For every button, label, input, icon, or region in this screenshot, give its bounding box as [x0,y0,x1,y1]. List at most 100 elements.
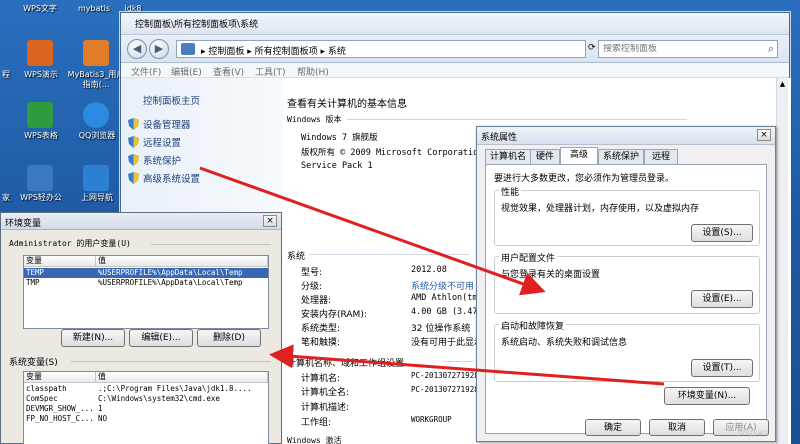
refresh-icon[interactable]: ⟳ [588,43,596,53]
navigation-icon[interactable] [83,165,109,191]
dialog-title-bar[interactable]: 系统属性 × [477,127,775,145]
desktop-icon-label[interactable]: QQ浏览器 [69,131,125,141]
desktop-icon-label[interactable]: MyBatis3_用户指南(... [66,70,126,90]
close-icon[interactable]: × [263,215,277,227]
window-title: 控制面板\所有控制面板项\系统 [135,20,259,30]
breadcrumb[interactable]: ▸ 控制面板 ▸ 所有控制面板项 ▸ 系统 [176,40,586,58]
forward-button[interactable]: ▶ [149,39,169,59]
menu-view[interactable]: 查看(V) [213,65,244,78]
advanced-tab-panel: 要进行大多数更改，您必须作为管理员登录。 性能 视觉效果，处理器计划，内存使用，… [485,164,767,434]
title-bar[interactable]: 控制面板\所有控制面板项\系统 [121,13,789,35]
column-header[interactable]: 变量 [24,256,96,267]
desktop-icon-label[interactable]: 上网导航 [69,193,125,203]
group-description: 与您登录有关的桌面设置 [501,270,601,280]
variable-name: FP_NO_HOST_C... [26,414,94,423]
activation-section: Windows 激活 [287,436,342,444]
performance-settings-button[interactable]: 设置(S)... [691,224,753,242]
info-value: PC-201307271928 [411,371,479,380]
group-description: 系统启动、系统失败和调试信息 [501,338,628,348]
table-row[interactable]: classpath .;C:\Program Files\Java\jdk1.8… [24,384,268,394]
desktop-icon-label[interactable]: WPS表格 [13,131,69,141]
column-header[interactable]: 值 [96,372,268,383]
scrollbar[interactable]: ▲ [776,78,788,444]
tab-advanced[interactable]: 高级 [560,147,598,165]
breadcrumb-text[interactable]: ▸ 控制面板 ▸ 所有控制面板项 ▸ 系统 [201,44,346,57]
table-row[interactable]: DEVMGR_SHOW_... 1 [24,404,268,414]
variable-name: TEMP [26,268,45,277]
divider [151,244,271,245]
tab-hardware[interactable]: 硬件 [530,149,560,164]
info-label: 笔和触摸: [301,338,341,348]
system-properties-dialog: 系统属性 × 计算机名 硬件 高级 系统保护 远程 要进行大多数更改，您必须作为… [476,126,776,442]
menu-help[interactable]: 帮助(H) [297,65,329,78]
shield-icon [128,172,139,184]
tab-remote[interactable]: 远程 [644,149,678,164]
variable-name: classpath [26,384,67,393]
info-label: 处理器: [301,296,332,306]
table-row[interactable]: FP_NO_HOST_C... NO [24,414,268,424]
qq-browser-icon[interactable] [83,102,109,128]
info-value: 2012.08 [411,265,447,275]
computer-name-section: 计算机名称、域和工作组设置 [287,359,405,369]
edition-text: Windows 7 旗舰版 [301,133,378,143]
shield-icon [128,154,139,166]
service-pack-text: Service Pack 1 [301,161,373,171]
remote-settings-link[interactable]: 远程设置 [143,135,181,149]
menu-edit[interactable]: 编辑(E) [171,65,202,78]
environment-variables-dialog: 环境变量 × Administrator 的用户变量(U) 变量 值 TEMP … [0,212,282,444]
divider [309,254,469,255]
divider [347,119,687,120]
close-icon[interactable]: × [757,129,771,141]
info-value: PC-201307271928 [411,385,479,394]
info-label: 安装内存(RAM): [301,310,367,320]
info-label: 计算机描述: [301,403,350,413]
advanced-system-settings-link[interactable]: 高级系统设置 [143,171,200,185]
dialog-title-bar[interactable]: 环境变量 × [1,213,281,230]
user-profiles-settings-button[interactable]: 设置(E)... [691,290,753,308]
info-value: AMD Athlon(tm) [411,293,483,303]
menu-tools[interactable]: 工具(T) [255,65,286,78]
tab-computer-name[interactable]: 计算机名 [485,149,531,164]
info-label: 系统类型: [301,324,341,334]
variable-value: %USERPROFILE%\AppData\Local\Temp [98,278,243,287]
search-input[interactable] [603,44,753,54]
system-variables-label: 系统变量(S) [9,358,58,368]
ok-button[interactable]: 确定 [585,419,641,436]
user-variables-list[interactable]: 变量 值 TEMP %USERPROFILE%\AppData\Local\Te… [23,255,269,329]
desktop-edge-label: 程 [2,70,10,79]
system-protection-link[interactable]: 系统保护 [143,153,181,167]
menu-file[interactable]: 文件(F) [131,65,161,78]
device-manager-link[interactable]: 设备管理器 [143,117,191,131]
system-variables-list[interactable]: 变量 值 classpath .;C:\Program Files\Java\j… [23,371,269,444]
rating-link[interactable]: 系统分级不可用 [411,279,474,292]
info-label: 计算机名: [301,374,341,384]
environment-variables-button[interactable]: 环境变量(N)... [664,387,750,405]
back-button[interactable]: ◀ [127,39,147,59]
table-row[interactable]: ComSpec C:\Windows\system32\cmd.exe [24,394,268,404]
info-value: 32 位操作系统 [411,324,471,334]
pdf-icon[interactable] [83,40,109,66]
edit-user-variable-button[interactable]: 编辑(E)... [129,329,193,347]
control-panel-home-link[interactable]: 控制面板主页 [143,93,200,107]
shield-icon [128,118,139,130]
performance-group: 性能 视觉效果，处理器计划，内存使用，以及虚拟内存 设置(S)... [494,185,760,246]
wps-office-icon[interactable] [27,165,53,191]
search-box[interactable]: ⌕ [598,40,778,58]
column-header[interactable]: 值 [96,256,268,267]
new-user-variable-button[interactable]: 新建(N)... [61,329,125,347]
wps-spreadsheet-icon[interactable] [27,102,53,128]
variable-value: C:\Windows\system32\cmd.exe [98,394,220,403]
wps-presentation-icon[interactable] [27,40,53,66]
delete-user-variable-button[interactable]: 删除(D) [197,329,261,347]
table-row[interactable]: TMP %USERPROFILE%\AppData\Local\Temp [24,278,268,288]
startup-recovery-settings-button[interactable]: 设置(T)... [691,359,753,377]
column-header[interactable]: 变量 [24,372,96,383]
watermark: Jingyan [738,428,768,437]
search-icon[interactable]: ⌕ [768,42,774,56]
group-title: 用户配置文件 [499,251,558,264]
cancel-button[interactable]: 取消 [649,419,705,436]
table-row[interactable]: TEMP %USERPROFILE%\AppData\Local\Temp [24,268,268,278]
scroll-up-icon[interactable]: ▲ [778,80,787,89]
tab-system-protection[interactable]: 系统保护 [598,149,644,164]
divider [443,361,473,362]
